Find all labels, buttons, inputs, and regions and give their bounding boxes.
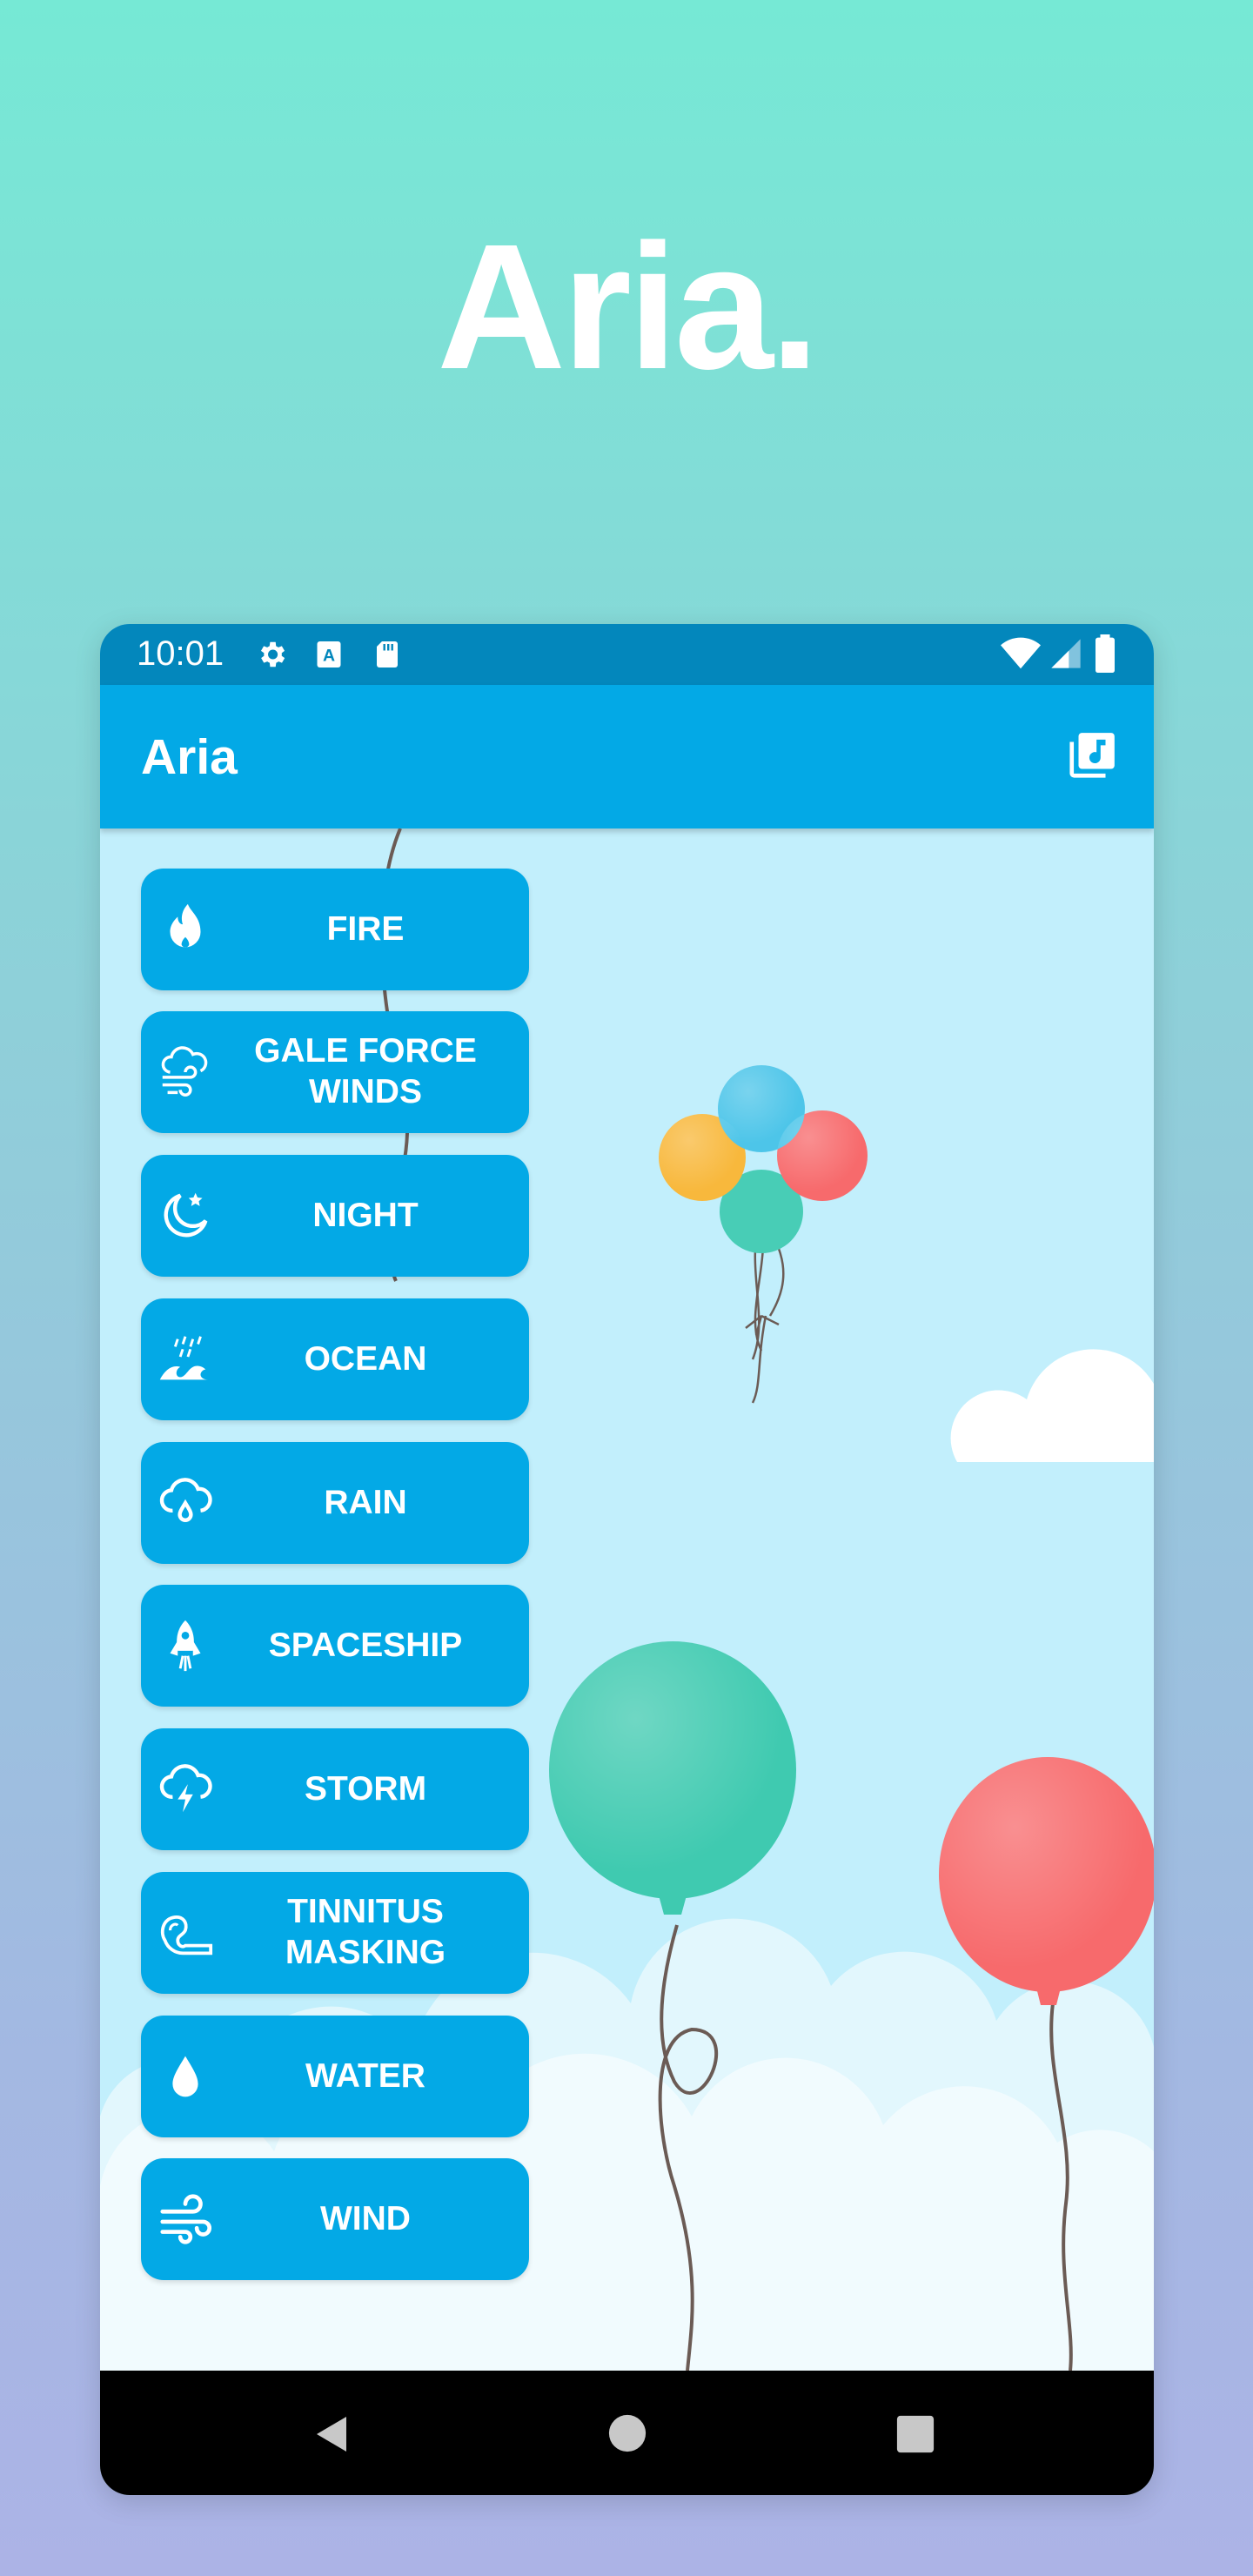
font-a-icon: A (317, 641, 341, 667)
app-title: Aria (141, 729, 238, 785)
sound-button-spaceship[interactable]: SPACESHIP (141, 1585, 529, 1707)
sound-button-night[interactable]: NIGHT (141, 1155, 529, 1277)
app-bar: Aria (100, 685, 1154, 828)
wifi-icon (1001, 637, 1041, 669)
svg-text:A: A (323, 647, 335, 666)
sound-button-fire[interactable]: FIRE (141, 869, 529, 990)
sound-list-area: FIRE GALE FORCE WINDS NIGHT OCEAN RAIN S… (100, 828, 1154, 2371)
sound-button-ocean[interactable]: OCEAN (141, 1298, 529, 1420)
rocket-icon (170, 1620, 201, 1672)
sound-label: RAIN (324, 1483, 407, 1521)
sound-label: NIGHT (312, 1196, 419, 1234)
hero-title: Aria. (437, 207, 820, 406)
sd-card-icon (377, 641, 398, 667)
water-drop-icon (172, 2056, 198, 2097)
sound-button-storm[interactable]: STORM (141, 1728, 529, 1850)
sound-button-gale-force-winds[interactable]: GALE FORCE WINDS (141, 1011, 529, 1133)
storm-cloud-icon (159, 1764, 212, 1813)
settings-gear-icon (260, 641, 285, 667)
home-icon[interactable] (607, 2413, 647, 2453)
system-nav-bar (100, 2371, 1154, 2495)
sound-label: FIRE (326, 909, 405, 948)
status-time: 10:01 (137, 634, 224, 673)
sound-button-tinnitus-masking[interactable]: TINNITUS MASKING (141, 1872, 529, 1994)
sound-label: TINNITUS MASKING (285, 1893, 446, 1971)
rain-cloud-icon (159, 1478, 212, 1522)
back-icon[interactable] (312, 2412, 353, 2456)
sound-button-water[interactable]: WATER (141, 2016, 529, 2137)
sound-button-rain[interactable]: RAIN (141, 1442, 529, 1564)
status-bar: 10:01 A (100, 624, 1154, 685)
wind-icon (160, 2194, 212, 2244)
wind-cloud-icon (161, 1046, 208, 1097)
fire-icon (170, 903, 201, 948)
sound-label: OCEAN (304, 1339, 427, 1378)
waves-icon (159, 1336, 209, 1380)
sound-label: GALE FORCE WINDS (254, 1032, 477, 1110)
recents-icon[interactable] (895, 2414, 935, 2454)
sound-button-wind[interactable]: WIND (141, 2158, 529, 2280)
sound-label: STORM (304, 1769, 427, 1808)
music-library-icon[interactable] (1065, 728, 1119, 782)
sound-label: WATER (305, 2056, 425, 2095)
signal-icon (1051, 639, 1081, 668)
battery-icon (1096, 634, 1115, 673)
phone-frame: 10:01 A Aria FIRE GALE FORCE WINDS NIGHT… (100, 624, 1154, 2495)
sound-label: SPACESHIP (268, 1626, 463, 1664)
sound-label: WIND (320, 2199, 411, 2237)
ear-icon (160, 1915, 213, 1955)
moon-star-icon (164, 1192, 208, 1238)
